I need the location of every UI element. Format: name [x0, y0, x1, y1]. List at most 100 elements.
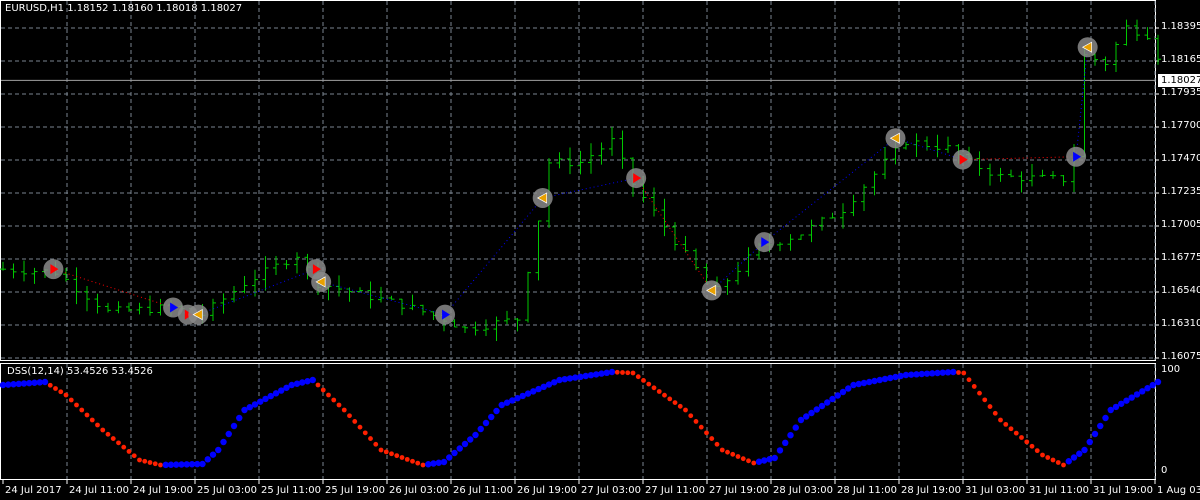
dss-point [357, 424, 363, 430]
indicator-scale-min: 0 [1161, 465, 1168, 476]
dss-point [58, 389, 64, 395]
dss-point [220, 438, 227, 446]
dss-point [477, 425, 484, 433]
time-tick-label: 31 Jul 11:00 [1029, 485, 1089, 496]
dss-point [320, 387, 326, 393]
dss-point [467, 436, 474, 443]
dss-point [782, 439, 789, 446]
time-tick-label: 25 Jul 19:00 [325, 485, 385, 496]
price-tick-label: 1.17470 [1161, 153, 1200, 164]
dss-point [845, 385, 852, 392]
dss-point [698, 424, 704, 430]
dss-point [326, 392, 331, 398]
dss-point [1029, 443, 1035, 449]
dss-point [410, 458, 415, 464]
dss-point [89, 417, 95, 423]
dss-point [620, 370, 625, 375]
dss-point [368, 436, 373, 441]
dss-point [1070, 454, 1078, 461]
dss-point [236, 414, 243, 422]
dss-point [625, 370, 631, 376]
signal-trail-line [1075, 47, 1089, 157]
time-tick-label: 26 Jul 19:00 [517, 485, 577, 496]
time-tick-label: 28 Jul 19:00 [901, 485, 961, 496]
dss-point [362, 430, 368, 436]
dss-point [105, 431, 111, 437]
dss-point [714, 441, 720, 447]
dss-point [394, 453, 400, 459]
dss-point [956, 370, 961, 375]
dss-point [137, 457, 142, 463]
time-tick-label: 24 Jul 2017 [5, 485, 62, 496]
dss-point [415, 460, 421, 466]
dss-point [341, 407, 347, 413]
dss-point [456, 445, 463, 452]
dss-point [225, 430, 232, 438]
dss-point [1076, 450, 1083, 457]
time-tick-label: 24 Jul 11:00 [69, 485, 129, 496]
dss-point [461, 440, 469, 448]
dss-point [740, 456, 746, 462]
dss-point [792, 424, 799, 431]
dss-point [818, 402, 826, 410]
dss-point [488, 413, 495, 421]
current-price-label: 1.18027 [1158, 74, 1200, 88]
time-tick-label: 25 Jul 11:00 [261, 485, 321, 496]
dss-point [451, 449, 458, 457]
dss-point [630, 370, 636, 376]
dss-point [1081, 446, 1088, 454]
time-tick-label: 31 Jul 19:00 [1093, 485, 1153, 496]
dss-point [1008, 426, 1014, 432]
dss-point [493, 407, 500, 415]
dss-point [84, 412, 90, 418]
dss-point [1003, 421, 1009, 427]
dss-point [315, 382, 321, 388]
dss-point [635, 374, 641, 380]
dss-point [199, 460, 206, 468]
price-tick-label: 1.18165 [1161, 54, 1200, 65]
dss-point [440, 458, 448, 466]
dss-point [725, 449, 730, 455]
dss-point [808, 409, 815, 417]
dss-point [656, 389, 662, 394]
dss-point [735, 454, 741, 459]
price-tick-label: 1.18395 [1161, 21, 1200, 32]
dss-point [68, 397, 74, 403]
dss-point [1013, 430, 1019, 436]
dss-point [667, 396, 673, 402]
price-chart[interactable] [0, 0, 1200, 500]
dss-point [446, 454, 453, 461]
dss-point [688, 413, 694, 419]
dss-point [746, 458, 751, 464]
dss-point [982, 397, 988, 403]
dss-point [646, 381, 652, 387]
signal-trail-line [542, 177, 637, 199]
signal-trail-line [321, 281, 446, 316]
signal-trail-line [635, 177, 713, 291]
dss-point [1040, 452, 1045, 458]
dss-point [47, 382, 53, 388]
dss-point [803, 413, 810, 420]
dss-point [482, 419, 490, 427]
price-tick-label: 1.16310 [1161, 318, 1200, 329]
dss-point [839, 388, 847, 396]
price-tick-label: 1.16075 [1161, 351, 1200, 362]
dss-point [1050, 457, 1056, 463]
dss-point [53, 386, 58, 391]
dss-point [677, 403, 683, 409]
time-tick-label: 28 Jul 03:00 [773, 485, 833, 496]
dss-point [404, 456, 410, 462]
dss-point [950, 368, 957, 376]
dss-point [971, 384, 977, 389]
dss-point [1034, 448, 1040, 454]
dss-point [230, 422, 238, 430]
dss-point [95, 422, 100, 428]
dss-point [41, 378, 49, 386]
dss-point [797, 416, 805, 424]
dss-point [126, 449, 132, 454]
time-tick-label: 27 Jul 19:00 [709, 485, 769, 496]
dss-point [977, 390, 982, 396]
dss-point [399, 455, 405, 460]
dss-point [131, 453, 137, 459]
dss-point [966, 377, 972, 383]
